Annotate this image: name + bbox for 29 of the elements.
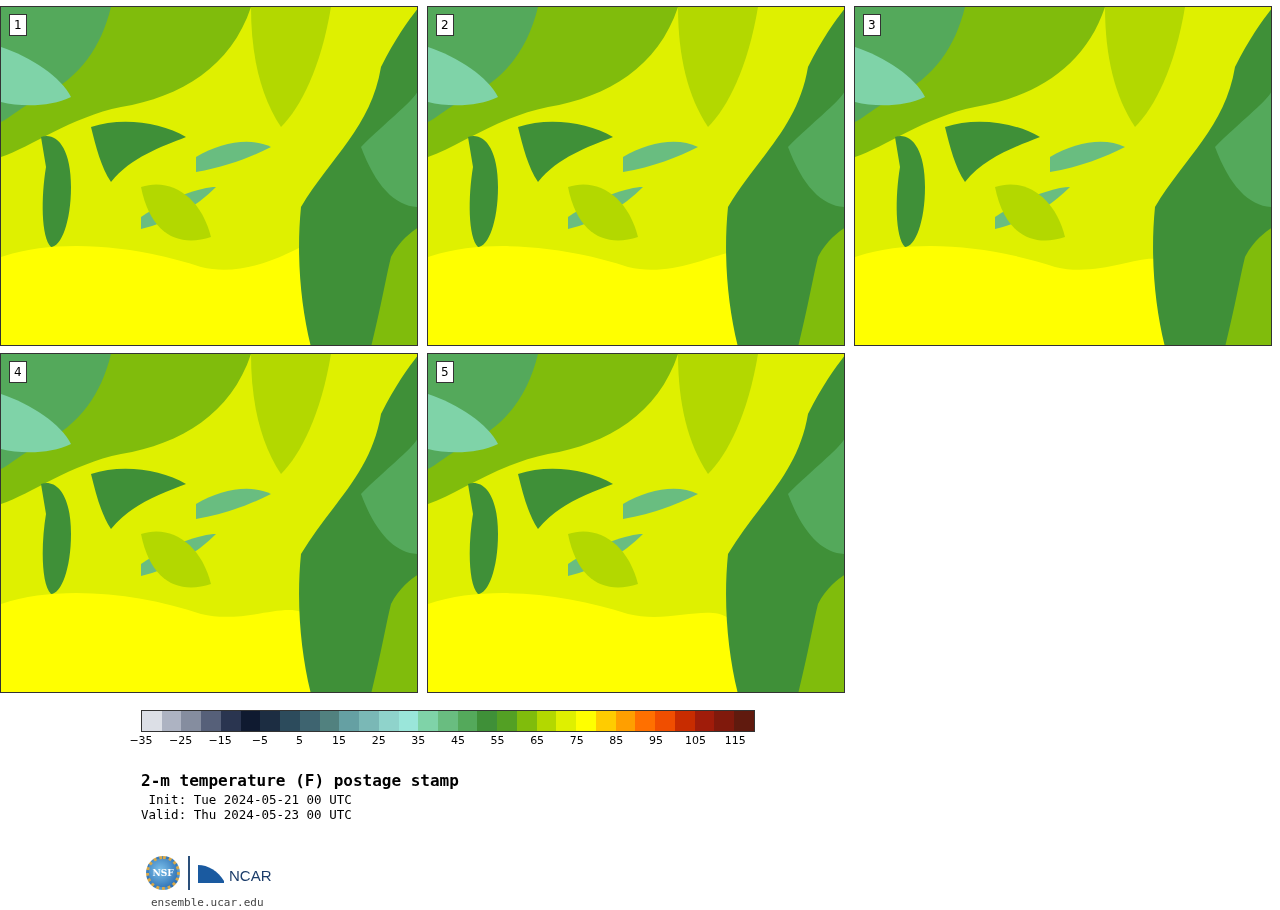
site-url: ensemble.ucar.edu [151,896,265,909]
panel-number: 4 [9,361,27,383]
seal-logo: NSF [146,856,180,890]
scale-tick-label: 55 [490,734,505,747]
logo-divider [188,856,190,890]
panel-number: 5 [436,361,454,383]
scale-tick-label: 15 [332,734,347,747]
scale-tick-label: 5 [295,734,303,747]
scale-tick-label: 35 [411,734,426,747]
valid-time: Valid: Thu 2024-05-23 00 UTC [141,807,353,822]
scale-tick-label: 105 [685,734,707,747]
swoosh-icon [198,863,224,883]
scale-tick-label: −25 [169,734,193,747]
scale-tick-label: 95 [648,734,663,747]
scale-tick-label: −5 [251,734,268,747]
panel-number: 1 [9,14,27,36]
logo-wordmark: NCAR [229,867,272,884]
chart-title: 2-m temperature (F) postage stamp [141,772,460,790]
init-time: Init: Tue 2024-05-21 00 UTC [147,792,353,807]
scale-tick-label: 115 [724,734,746,747]
scale-tick-label: 65 [530,734,545,747]
panel-number: 3 [863,14,881,36]
scale-tick-label: 25 [371,734,386,747]
scale-tick-label: −15 [208,734,232,747]
panel-number: 2 [436,14,454,36]
scale-tick-label: −35 [129,734,153,747]
scale-tick-label: 75 [569,734,584,747]
scale-tick-label: 85 [609,734,624,747]
scale-tick-label: 45 [450,734,465,747]
